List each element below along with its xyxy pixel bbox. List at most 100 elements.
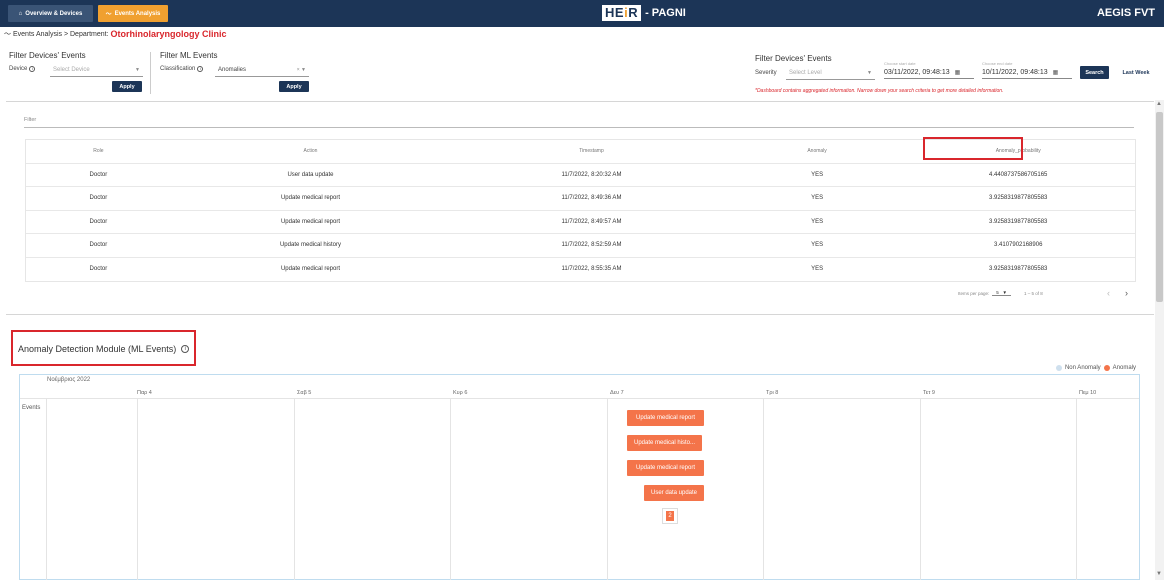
section-divider bbox=[6, 101, 1154, 102]
events-table: Role Action Timestamp Anomaly Anomaly_pr… bbox=[25, 139, 1136, 282]
table-row[interactable]: Doctor Update medical report 11/7/2022, … bbox=[26, 258, 1135, 282]
calendar-event[interactable]: User data update bbox=[644, 485, 704, 501]
calendar bbox=[19, 374, 1140, 580]
events-analysis-label: Events Analysis bbox=[114, 10, 161, 17]
cell-timestamp: 11/7/2022, 8:49:36 AM bbox=[561, 195, 622, 202]
table-filter-input[interactable]: Filter bbox=[24, 117, 36, 123]
cell-anomaly: YES bbox=[811, 195, 824, 202]
breadcrumb-path[interactable]: Events Analysis > Department: bbox=[13, 31, 109, 38]
legend-non-anomaly-label[interactable]: Non Anomaly bbox=[1065, 365, 1101, 371]
activity-icon: 〜 bbox=[105, 12, 112, 18]
device-select[interactable]: Select Device ▼ bbox=[50, 63, 143, 77]
events-analysis-button[interactable]: 〜 Events Analysis bbox=[98, 5, 168, 22]
department-name: Otorhinolaryngology Clinic bbox=[110, 29, 227, 39]
calendar-icon[interactable]: ▦ bbox=[1053, 69, 1059, 76]
filter-devices-title: Filter Devices' Events bbox=[9, 51, 86, 60]
calendar-event[interactable]: Update medical report bbox=[627, 460, 704, 476]
header-action[interactable]: Action bbox=[171, 148, 451, 154]
end-date-input[interactable]: 10/11/2022, 09:48:13 ▦ bbox=[982, 66, 1072, 79]
calendar-icon[interactable]: ▦ bbox=[955, 69, 961, 76]
organization-name: AEGIS FVT bbox=[1096, 7, 1155, 19]
highlight-anomaly-probability bbox=[923, 137, 1023, 160]
table-row[interactable]: Doctor User data update 11/7/2022, 8:20:… bbox=[26, 164, 1135, 187]
apply-ml-button[interactable]: Apply bbox=[279, 81, 309, 92]
cell-anomaly-probability: 3.9258319877805583 bbox=[989, 266, 1048, 273]
calendar-day: Πεμ 10 bbox=[1079, 390, 1097, 396]
calendar-event[interactable]: Update medical histo... bbox=[627, 435, 702, 451]
info-icon[interactable]: i bbox=[197, 66, 204, 72]
scrollbar-thumb[interactable] bbox=[1156, 112, 1163, 302]
calendar-event[interactable]: Update medical report bbox=[627, 410, 704, 426]
breadcrumb: 〜 Events Analysis > Department: Otorhino… bbox=[4, 29, 227, 39]
cell-anomaly-probability: 3.4107902168906 bbox=[994, 242, 1043, 249]
search-button[interactable]: Search bbox=[1080, 66, 1109, 79]
calendar-day: Τρι 8 bbox=[766, 390, 779, 396]
brand-logo: HEiR bbox=[602, 5, 642, 21]
section-divider bbox=[6, 314, 1154, 315]
cell-role: Doctor bbox=[89, 195, 108, 202]
calendar-row-header: Events bbox=[22, 405, 41, 411]
scroll-down-icon[interactable]: ▼ bbox=[1156, 571, 1162, 577]
header-role[interactable]: Role bbox=[26, 148, 171, 154]
clear-and-chevron-icon[interactable]: × ▼ bbox=[297, 67, 306, 73]
page-range: 1 – 5 of 8 bbox=[1024, 290, 1043, 296]
table-row[interactable]: Doctor Update medical history 11/7/2022,… bbox=[26, 234, 1135, 258]
cell-anomaly: YES bbox=[811, 218, 824, 225]
chevron-down-icon: ▼ bbox=[135, 66, 140, 73]
start-date-input[interactable]: 03/11/2022, 09:48:13 ▦ bbox=[884, 66, 974, 79]
disclaimer-text: *Dashboard contains aggregated informati… bbox=[755, 88, 1004, 94]
prev-page-icon[interactable]: ‹ bbox=[1107, 288, 1110, 298]
highlight-module-title bbox=[11, 330, 196, 366]
header-anomaly[interactable]: Anomaly bbox=[733, 148, 902, 154]
calendar-gridline bbox=[294, 398, 295, 580]
calendar-day: Τετ 9 bbox=[923, 390, 935, 396]
chevron-down-icon: ▼ bbox=[867, 69, 872, 76]
end-date-value: 10/11/2022, 09:48:13 bbox=[982, 68, 1048, 76]
table-row[interactable]: Doctor Update medical report 11/7/2022, … bbox=[26, 211, 1135, 234]
last-week-button[interactable]: Last Week bbox=[1117, 66, 1155, 79]
divider bbox=[150, 52, 151, 94]
calendar-gridline bbox=[1076, 398, 1077, 580]
calendar-gridline bbox=[137, 398, 138, 580]
calendar-day: Σαβ 5 bbox=[297, 390, 312, 396]
severity-select[interactable]: Select Level ▼ bbox=[786, 66, 875, 80]
calendar-gridline bbox=[20, 398, 1139, 399]
apply-devices-button[interactable]: Apply bbox=[112, 81, 142, 92]
filter-ml-title: Filter ML Events bbox=[160, 51, 218, 60]
overview-devices-button[interactable]: ⌂ Overview & Devices bbox=[8, 5, 93, 22]
cell-anomaly-probability: 3.9258319877805583 bbox=[989, 195, 1048, 202]
cell-anomaly-probability: 4.4408737586705165 bbox=[989, 171, 1048, 178]
cell-anomaly: YES bbox=[811, 171, 824, 178]
header-timestamp[interactable]: Timestamp bbox=[450, 148, 732, 154]
legend: Non Anomaly Anomaly bbox=[1055, 365, 1136, 371]
top-bar: ⌂ Overview & Devices 〜 Events Analysis H… bbox=[0, 0, 1164, 27]
next-page-icon[interactable]: › bbox=[1125, 288, 1128, 298]
filter-underline bbox=[24, 127, 1134, 128]
home-icon: ⌂ bbox=[18, 10, 23, 17]
rows-per-page-select[interactable]: 5 ▼ bbox=[992, 290, 1012, 296]
app-root: ⌂ Overview & Devices 〜 Events Analysis H… bbox=[0, 0, 1164, 580]
more-events-button[interactable]: 2 bbox=[662, 508, 678, 524]
scroll-up-icon[interactable]: ▲ bbox=[1156, 101, 1162, 107]
legend-non-anomaly-swatch bbox=[1055, 365, 1062, 371]
table-row[interactable]: Doctor Update medical report 11/7/2022, … bbox=[26, 187, 1135, 211]
cell-role: Doctor bbox=[89, 171, 108, 178]
classification-label: Classification i bbox=[160, 66, 204, 72]
classification-select[interactable]: Anomalies × ▼ bbox=[215, 63, 309, 77]
more-events-count: 2 bbox=[666, 511, 674, 521]
cell-role: Doctor bbox=[89, 218, 108, 225]
paginator: Items per page: 5 ▼ 1 – 5 of 8 bbox=[958, 290, 1043, 296]
info-icon[interactable]: i bbox=[29, 66, 36, 72]
device-label: Device i bbox=[9, 66, 36, 72]
calendar-gridline bbox=[920, 398, 921, 580]
device-select-placeholder: Select Device bbox=[53, 66, 90, 73]
legend-anomaly-label[interactable]: Anomaly bbox=[1113, 365, 1136, 371]
calendar-day: Παρ 4 bbox=[137, 390, 152, 396]
legend-anomaly-swatch bbox=[1103, 365, 1110, 371]
cell-timestamp: 11/7/2022, 8:52:59 AM bbox=[561, 242, 622, 249]
rows-per-page-label: Items per page: bbox=[958, 290, 990, 296]
calendar-gridline bbox=[450, 398, 451, 580]
cell-role: Doctor bbox=[89, 242, 108, 249]
calendar-day: Δευ 7 bbox=[610, 390, 624, 396]
cell-anomaly-probability: 3.9258319877805583 bbox=[989, 218, 1048, 225]
